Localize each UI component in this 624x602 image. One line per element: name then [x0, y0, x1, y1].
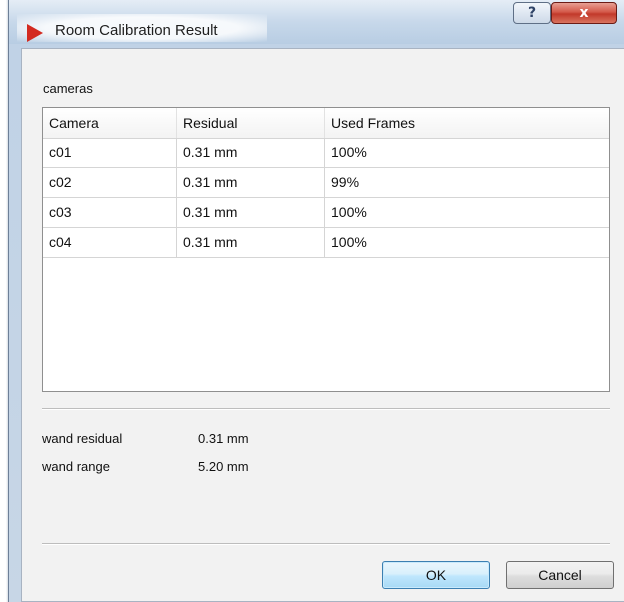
cell-camera: c03: [43, 198, 177, 228]
title-bar[interactable]: Room Calibration Result ? x: [9, 0, 624, 44]
window-title: Room Calibration Result: [55, 22, 218, 39]
table-header: Camera Residual Used Frames: [43, 108, 609, 139]
wand-residual-label: wand residual: [42, 431, 123, 446]
cell-camera: c02: [43, 168, 177, 198]
cell-residual: 0.31 mm: [177, 198, 325, 228]
table-row[interactable]: c03 0.31 mm 100%: [43, 198, 609, 228]
cell-residual: 0.31 mm: [177, 168, 325, 198]
cell-used-frames: 100%: [331, 204, 367, 220]
close-button[interactable]: x: [551, 2, 617, 24]
dialog-window: Room Calibration Result ? x cameras Came…: [8, 0, 624, 602]
table-row[interactable]: c04 0.31 mm 100%: [43, 228, 609, 258]
dialog-content: cameras Camera Residual Used Frames c01 …: [21, 48, 624, 602]
column-header-residual[interactable]: Residual: [177, 108, 325, 138]
cancel-button[interactable]: Cancel: [506, 561, 614, 589]
wand-range-value: 5.20 mm: [198, 459, 249, 474]
cell-residual: 0.31 mm: [177, 138, 325, 168]
cell-used-frames: 100%: [331, 144, 367, 160]
column-header-camera[interactable]: Camera: [43, 108, 177, 138]
app-play-icon: [27, 24, 43, 42]
cell-used-frames: 99%: [331, 174, 360, 190]
wand-residual-value: 0.31 mm: [198, 431, 249, 446]
wand-range-label: wand range: [42, 459, 110, 474]
table-row[interactable]: c01 0.31 mm 100%: [43, 138, 609, 168]
table-row[interactable]: c02 0.31 mm 99%: [43, 168, 609, 198]
cell-camera: c04: [43, 228, 177, 258]
cell-used-frames: 100%: [331, 234, 367, 250]
help-button[interactable]: ?: [513, 2, 551, 24]
cell-camera: c01: [43, 138, 177, 168]
cameras-section-label: cameras: [43, 81, 93, 96]
column-header-used-frames[interactable]: Used Frames: [325, 108, 609, 138]
divider: [42, 408, 610, 410]
cell-residual: 0.31 mm: [177, 228, 325, 258]
divider: [42, 543, 610, 545]
cameras-table[interactable]: Camera Residual Used Frames c01 0.31 mm …: [42, 107, 610, 392]
ok-button[interactable]: OK: [382, 561, 490, 589]
